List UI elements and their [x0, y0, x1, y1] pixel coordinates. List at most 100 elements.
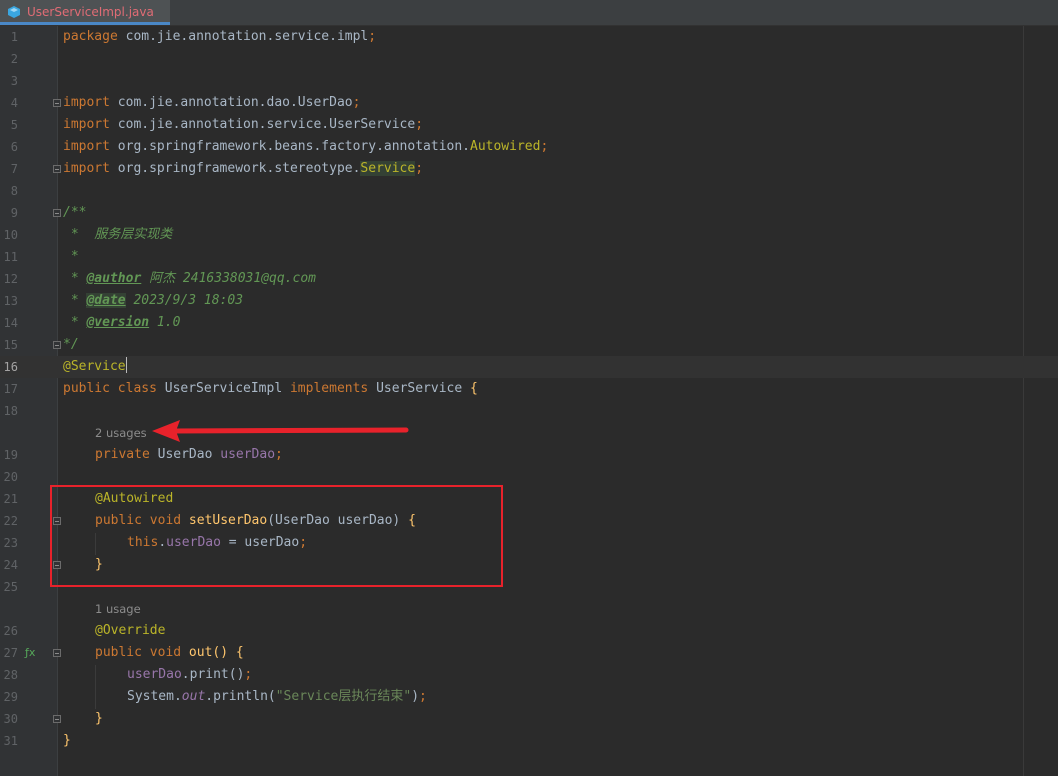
field-name: userDao — [220, 447, 276, 462]
doc-comment: /** — [63, 205, 87, 220]
interface-name: UserService — [368, 381, 471, 396]
semicolon: ; — [244, 667, 253, 682]
line-number: 13 — [3, 294, 18, 308]
fold-end-marker-icon[interactable] — [53, 341, 61, 349]
doc-tag-author: @author — [86, 271, 142, 286]
line-number: 15 — [3, 338, 18, 352]
brace: } — [63, 733, 71, 748]
code-line-19[interactable]: 19 private UserDao userDao; — [0, 444, 1058, 466]
keyword: implements — [289, 381, 369, 396]
type-name: UserDao — [149, 447, 221, 462]
override-annotation: @Override — [95, 623, 166, 638]
brace: } — [95, 711, 103, 726]
line-number: 8 — [10, 184, 18, 198]
code-line-3[interactable]: 3 — [0, 70, 1058, 92]
semicolon: ; — [368, 29, 377, 44]
import-path: org.springframework.stereotype. — [109, 161, 361, 176]
import-path: org.springframework.beans.factory.annota… — [109, 139, 470, 154]
code-line-29[interactable]: 29 System.out.println("Service层执行结束"); — [0, 686, 1058, 708]
code-line-8[interactable]: 8 — [0, 180, 1058, 202]
usages-hint[interactable]: 1 usage — [95, 598, 141, 620]
line-number: 6 — [10, 140, 18, 154]
doc-comment: */ — [63, 337, 79, 352]
code-line-4[interactable]: 4 import com.jie.annotation.dao.UserDao; — [0, 92, 1058, 114]
line-number: 1 — [10, 30, 18, 44]
keyword: import — [63, 139, 110, 154]
fold-marker-icon[interactable] — [53, 209, 61, 217]
semicolon: ; — [415, 117, 424, 132]
line-number: 5 — [10, 118, 18, 132]
line-number: 4 — [10, 96, 18, 110]
code-line-17[interactable]: 17 public class UserServiceImpl implemen… — [0, 378, 1058, 400]
code-line-16[interactable]: 16 @Service — [0, 356, 1058, 378]
code-line-13[interactable]: 13 * @date 2023/9/3 18:03 — [0, 290, 1058, 312]
code-line-15[interactable]: 15 */ — [0, 334, 1058, 356]
method-call: .print() — [181, 667, 245, 682]
line-number: 11 — [3, 250, 18, 264]
close-paren: ) — [411, 689, 420, 704]
doc-star: * — [63, 271, 87, 286]
usages-hint[interactable]: 2 usages — [95, 422, 147, 444]
line-number: 20 — [3, 470, 18, 484]
line-number: 29 — [3, 690, 18, 704]
brace: { — [235, 645, 244, 660]
doc-star: * — [63, 315, 87, 330]
line-number: 31 — [3, 734, 18, 748]
code-line-2[interactable]: 2 — [0, 48, 1058, 70]
code-line-12[interactable]: 12 * @author 阿杰 2416338031@qq.com — [0, 268, 1058, 290]
code-line-28[interactable]: 28 userDao.print(); — [0, 664, 1058, 686]
code-line-10[interactable]: 10 * 服务层实现类 — [0, 224, 1058, 246]
line-number: 10 — [3, 228, 18, 242]
red-arrow-annotation — [152, 420, 409, 442]
static-field: out — [181, 689, 206, 704]
code-line-30[interactable]: 30 } — [0, 708, 1058, 730]
code-line-6[interactable]: 6 import org.springframework.beans.facto… — [0, 136, 1058, 158]
line-number: 24 — [3, 558, 18, 572]
semicolon: ; — [352, 95, 361, 110]
service-annotation: @Service — [63, 359, 126, 374]
doc-tag-value: 1.0 — [149, 315, 181, 330]
line-number: 27 — [3, 646, 18, 660]
line-number: 9 — [10, 206, 18, 220]
line-number: 21 — [3, 492, 18, 506]
doc-tag-date: @date — [86, 293, 126, 308]
doc-tag-version: @version — [86, 315, 150, 330]
line-number: 12 — [3, 272, 18, 286]
code-line-11[interactable]: 11 * — [0, 246, 1058, 268]
code-line-26[interactable]: 26 @Override — [0, 620, 1058, 642]
tab-userserviceimpl[interactable]: UserServiceImpl.java — [0, 0, 170, 25]
field-name: userDao — [127, 667, 182, 682]
keyword: package — [63, 29, 118, 44]
line-number: 25 — [3, 580, 18, 594]
semicolon: ; — [275, 447, 283, 462]
fold-marker-icon[interactable] — [53, 649, 61, 657]
line-number: 7 — [10, 162, 18, 176]
import-annotation-name: Autowired — [470, 139, 541, 154]
fold-end-marker-icon[interactable] — [53, 165, 61, 173]
line-number: 17 — [3, 382, 18, 396]
code-line-27[interactable]: 27 public void out() { — [0, 642, 1058, 664]
import-service-name: Service — [360, 161, 416, 176]
keyword: public void — [95, 645, 189, 660]
doc-comment: * — [63, 249, 79, 264]
code-line-31[interactable]: 31 } — [0, 730, 1058, 752]
code-line-1[interactable]: 1 package com.jie.annotation.service.imp… — [0, 26, 1058, 48]
doc-tag-value: 2023/9/3 18:03 — [125, 293, 244, 308]
fold-end-marker-icon[interactable] — [53, 715, 61, 723]
code-line-14[interactable]: 14 * @version 1.0 — [0, 312, 1058, 334]
implements-method-icon[interactable]: ƒx — [25, 646, 35, 659]
tab-label: UserServiceImpl.java — [27, 5, 154, 19]
fold-marker-icon[interactable] — [53, 99, 61, 107]
code-line-9[interactable]: 9 /** — [0, 202, 1058, 224]
doc-comment: * 服务层实现类 — [63, 227, 173, 242]
semicolon: ; — [540, 139, 549, 154]
code-line-7[interactable]: 7 import org.springframework.stereotype.… — [0, 158, 1058, 180]
red-highlight-box — [50, 485, 503, 587]
keyword: import — [63, 161, 110, 176]
keyword: public class — [63, 381, 157, 396]
line-number: 16 — [3, 360, 18, 374]
code-line-5[interactable]: 5 import com.jie.annotation.service.User… — [0, 114, 1058, 136]
class-name: UserServiceImpl — [156, 381, 290, 396]
string-literal: "Service层执行结束" — [275, 689, 412, 704]
system-class: System. — [127, 689, 182, 704]
